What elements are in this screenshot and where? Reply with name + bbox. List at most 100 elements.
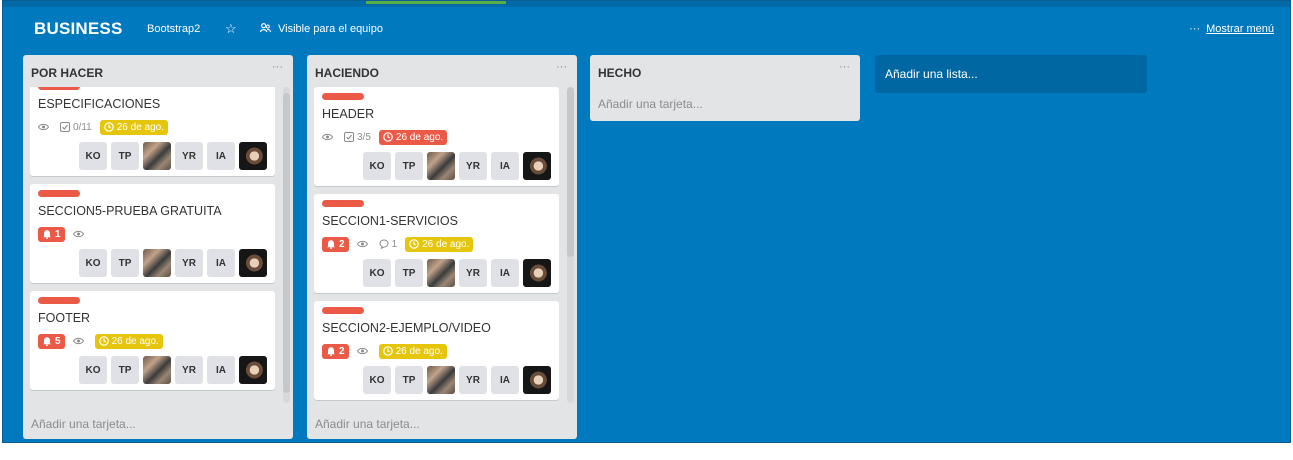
show-menu-label[interactable]: Mostrar menú <box>1206 23 1274 35</box>
member-avatar[interactable]: YR <box>459 259 487 287</box>
member-avatar-photo[interactable] <box>143 142 171 170</box>
card[interactable]: SECCION1-SERVICIOS 2 1 26 de ago. KO TP YR IA <box>314 194 559 293</box>
card-badges: 2 1 26 de ago. <box>322 235 551 253</box>
member-avatar[interactable]: IA <box>207 356 235 384</box>
member-avatar[interactable]: YR <box>459 152 487 180</box>
card-label-red <box>38 190 80 197</box>
member-avatar[interactable]: KO <box>79 249 107 277</box>
card[interactable]: ESPECIFICACIONES 0/11 26 de ago. KO TP YR IA <box>30 87 275 176</box>
list-title[interactable]: POR HACER <box>31 66 103 80</box>
checklist-icon <box>60 122 70 132</box>
watching-badge <box>72 230 87 238</box>
due-date: 26 de ago. <box>395 345 443 357</box>
checklist-icon <box>344 132 354 142</box>
list-menu-button[interactable]: ··· <box>556 61 567 73</box>
member-avatar[interactable]: IA <box>491 366 519 394</box>
due-date-badge[interactable]: 26 de ago. <box>94 333 163 349</box>
header-tab-fragment <box>366 1 506 4</box>
due-date-badge[interactable]: 26 de ago. <box>378 129 448 145</box>
member-avatar[interactable]: IA <box>491 152 519 180</box>
card[interactable]: SECCION2-EJEMPLO/VIDEO 2 26 de ago. KO TP YR I… <box>314 301 559 400</box>
member-avatar[interactable]: TP <box>395 152 423 180</box>
member-avatar[interactable]: YR <box>175 249 203 277</box>
member-avatar[interactable]: TP <box>395 366 423 394</box>
add-card-button[interactable]: Añadir una tarjeta... <box>31 417 136 431</box>
member-avatar-photo[interactable] <box>143 249 171 277</box>
notification-count: 5 <box>55 335 61 347</box>
watching-badge <box>356 347 371 355</box>
member-avatar[interactable]: IA <box>207 142 235 170</box>
star-icon[interactable]: ☆ <box>225 21 237 37</box>
card-label-red <box>322 200 364 207</box>
card-members: KO TP YR IA <box>38 356 267 384</box>
team-name[interactable]: Bootstrap2 <box>147 23 200 35</box>
member-avatar[interactable]: IA <box>207 249 235 277</box>
show-menu-button[interactable]: ··· Mostrar menú <box>1189 23 1274 35</box>
member-avatar[interactable]: KO <box>363 366 391 394</box>
member-avatar[interactable]: TP <box>111 249 139 277</box>
member-avatar[interactable]: YR <box>175 142 203 170</box>
list-hecho: HECHO ··· Añadir una tarjeta... <box>590 55 860 121</box>
list-menu-button[interactable]: ··· <box>272 61 283 73</box>
card-label-red <box>38 87 80 90</box>
card-members: KO TP YR IA <box>322 259 551 287</box>
card-label-red <box>322 93 364 100</box>
card[interactable]: HEADER 3/5 26 de ago. KO TP YR IA <box>314 87 559 186</box>
board: BUSINESS Bootstrap2 ☆ Visible para el eq… <box>2 0 1291 443</box>
member-avatar[interactable]: IA <box>491 259 519 287</box>
member-avatar[interactable]: TP <box>111 142 139 170</box>
list-title[interactable]: HACIENDO <box>315 66 379 80</box>
watching-badge <box>38 123 52 131</box>
due-date-badge[interactable]: 26 de ago. <box>99 119 168 135</box>
member-avatar-photo[interactable] <box>523 366 551 394</box>
scroll-thumb[interactable] <box>567 87 574 257</box>
bell-icon <box>327 347 335 356</box>
member-avatar[interactable]: TP <box>395 259 423 287</box>
scroll-thumb[interactable] <box>283 93 290 393</box>
due-date-badge[interactable]: 26 de ago. <box>405 236 474 252</box>
notification-count: 1 <box>55 228 61 240</box>
list-por-hacer: POR HACER ··· ESPECIFICACIONES 0/11 26 de … <box>23 55 293 439</box>
member-avatar-photo[interactable] <box>523 259 551 287</box>
member-avatar-photo[interactable] <box>427 366 455 394</box>
bell-icon <box>327 240 335 249</box>
list-menu-button[interactable]: ··· <box>839 61 850 73</box>
member-avatar[interactable]: YR <box>459 366 487 394</box>
board-title[interactable]: BUSINESS <box>34 19 123 39</box>
member-avatar-photo[interactable] <box>239 249 267 277</box>
list-title[interactable]: HECHO <box>598 66 641 80</box>
add-list-button[interactable]: Añadir una lista... <box>875 55 1147 93</box>
member-avatar-photo[interactable] <box>143 356 171 384</box>
member-avatar[interactable]: KO <box>79 356 107 384</box>
member-avatar-photo[interactable] <box>239 356 267 384</box>
member-avatar[interactable]: KO <box>363 259 391 287</box>
more-icon: ··· <box>1189 23 1201 35</box>
member-avatar[interactable]: YR <box>175 356 203 384</box>
member-avatar[interactable]: TP <box>111 356 139 384</box>
bell-icon <box>43 337 51 346</box>
member-avatar-photo[interactable] <box>427 152 455 180</box>
due-date-badge[interactable]: 26 de ago. <box>378 343 447 359</box>
list-header: HACIENDO ··· <box>307 55 577 85</box>
visibility-label[interactable]: Visible para el equipo <box>278 23 383 35</box>
member-avatar-photo[interactable] <box>427 259 455 287</box>
card[interactable]: FOOTER 5 26 de ago. KO TP YR IA <box>30 291 275 390</box>
top-header-strip <box>3 1 1290 7</box>
notification-badge: 2 <box>322 236 349 252</box>
list-scrollbar[interactable] <box>567 87 574 403</box>
card[interactable]: SECCION5-PRUEBA GRATUITA 1 KO TP YR IA <box>30 184 275 283</box>
card-title: ESPECIFICACIONES <box>38 97 161 111</box>
member-avatar-photo[interactable] <box>523 152 551 180</box>
clock-icon <box>103 122 114 132</box>
comments-badge: 1 <box>379 239 397 250</box>
list-scrollbar[interactable] <box>283 87 290 403</box>
comment-icon <box>379 239 389 249</box>
member-avatar[interactable]: KO <box>79 142 107 170</box>
list-cards: HEADER 3/5 26 de ago. KO TP YR IA SECCION1-SERV… <box>307 87 577 403</box>
add-card-button[interactable]: Añadir una tarjeta... <box>315 417 420 431</box>
card-badges: 0/11 26 de ago. <box>38 118 267 136</box>
eye-icon <box>356 240 368 248</box>
member-avatar-photo[interactable] <box>239 142 267 170</box>
member-avatar[interactable]: KO <box>363 152 391 180</box>
add-card-button[interactable]: Añadir una tarjeta... <box>598 97 703 111</box>
